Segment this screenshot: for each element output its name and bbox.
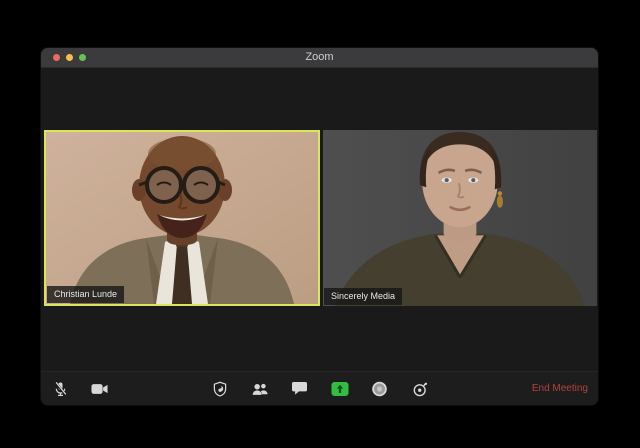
chat-bubble-icon (292, 382, 307, 395)
traffic-lights (53, 48, 86, 67)
screen-background: Zoom Christian Lunde Sincerely Media End… (0, 0, 640, 448)
timer-button[interactable] (411, 380, 428, 397)
record-button[interactable] (371, 380, 388, 397)
mute-button[interactable] (52, 380, 69, 397)
video-grid: Christian Lunde Sincerely Media (41, 130, 598, 306)
zoom-window: Zoom Christian Lunde Sincerely Media End… (41, 48, 598, 405)
close-window-button[interactable] (53, 54, 60, 61)
fullscreen-window-button[interactable] (79, 54, 86, 61)
end-meeting-button[interactable]: End Meeting (532, 372, 588, 405)
meeting-toolbar: End Meeting (41, 371, 598, 405)
participants-button[interactable] (251, 380, 268, 397)
video-camera-icon (91, 383, 108, 394)
shield-icon (213, 381, 226, 397)
participant-video-feed (46, 132, 318, 304)
participant-name-label: Sincerely Media (324, 288, 403, 305)
security-button[interactable] (211, 380, 228, 397)
chat-button[interactable] (291, 380, 308, 397)
video-tile-active-speaker[interactable]: Christian Lunde (44, 130, 320, 306)
toolbar-left-group (52, 372, 108, 405)
stopwatch-icon (413, 382, 427, 396)
share-screen-button[interactable] (331, 380, 348, 397)
toolbar-center-group (211, 372, 428, 405)
video-tile[interactable]: Sincerely Media (323, 130, 597, 306)
share-screen-icon (331, 381, 348, 396)
microphone-muted-icon (54, 381, 67, 396)
window-title: Zoom (305, 51, 334, 63)
record-icon (372, 381, 387, 396)
minimize-window-button[interactable] (66, 54, 73, 61)
titlebar: Zoom (41, 48, 598, 68)
stop-video-button[interactable] (91, 380, 108, 397)
participants-icon (251, 382, 268, 395)
participant-video-feed (323, 130, 597, 306)
participant-name-label: Christian Lunde (47, 286, 125, 303)
